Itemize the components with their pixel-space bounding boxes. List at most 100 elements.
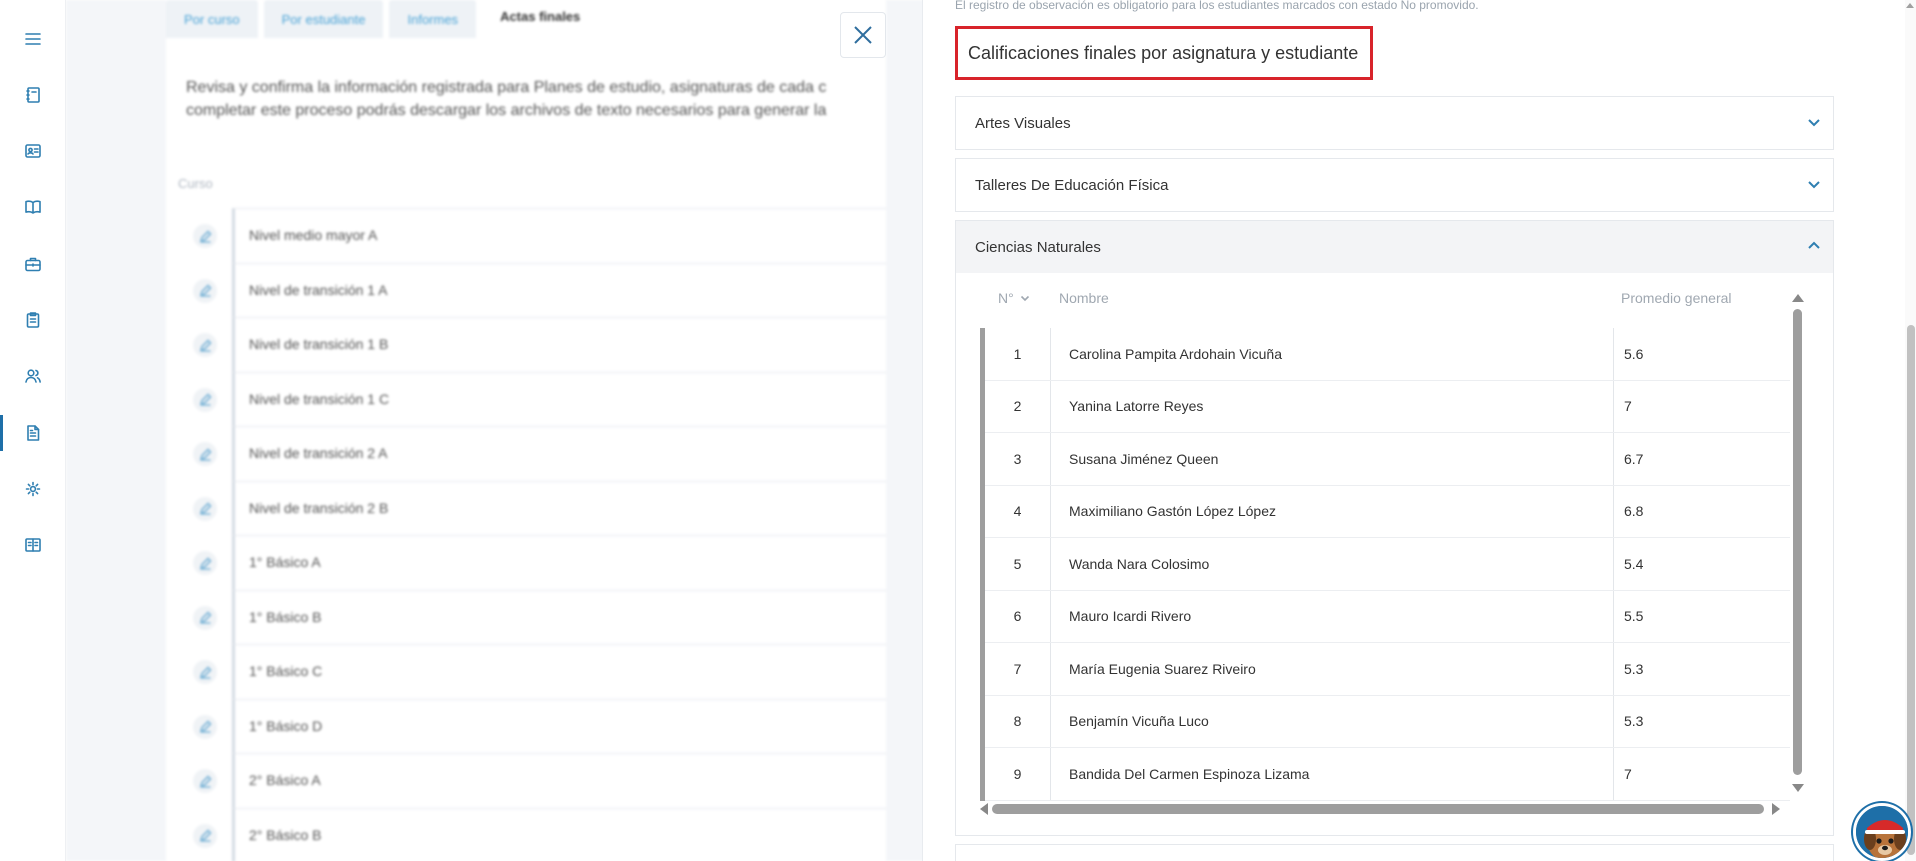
edit-icon[interactable] — [193, 224, 217, 248]
cell-name: Carolina Pampita Ardohain Vicuña — [1051, 328, 1614, 380]
edit-icon[interactable] — [193, 660, 217, 684]
accordion-next[interactable] — [955, 844, 1834, 861]
edit-icon[interactable] — [193, 769, 217, 793]
course-label: 2° Básico B — [249, 826, 322, 843]
table-row[interactable]: 1 Carolina Pampita Ardohain Vicuña 5.6 — [985, 328, 1790, 381]
close-button[interactable] — [840, 12, 886, 58]
background-page: Por curso Por estudiante Informes Actas … — [66, 0, 926, 861]
cell-name: Benjamín Vicuña Luco — [1051, 695, 1614, 747]
page-scroll-up-arrow[interactable] — [1906, 3, 1914, 8]
section-title: Calificaciones finales por asignatura y … — [955, 26, 1373, 80]
cell-average: 7 — [1624, 765, 1632, 782]
document-icon — [27, 425, 40, 441]
menu-button[interactable] — [0, 19, 66, 59]
course-row[interactable]: 1° Básico A — [193, 535, 886, 590]
sidebar-item-clipboard[interactable] — [0, 300, 66, 340]
horizontal-scrollbar-thumb[interactable] — [992, 804, 1764, 814]
accordion-label: Artes Visuales — [975, 114, 1071, 132]
scroll-right-arrow[interactable] — [1772, 803, 1780, 815]
column-header-average[interactable]: Promedio general — [1621, 290, 1732, 306]
course-row[interactable]: 1° Básico C — [193, 644, 886, 699]
cell-number: 7 — [985, 643, 1051, 695]
cell-average: 5.3 — [1624, 660, 1644, 677]
course-row[interactable]: 2° Básico B — [193, 807, 886, 861]
course-row[interactable]: Nivel de transición 1 C — [193, 371, 886, 426]
sort-chevron-icon — [1020, 295, 1029, 302]
scroll-down-arrow[interactable] — [1792, 784, 1804, 792]
course-row[interactable]: 2° Básico A — [193, 753, 886, 808]
accordion-artes-visuales: Artes Visuales — [955, 96, 1834, 150]
accordion-header[interactable]: Artes Visuales — [956, 97, 1833, 149]
sidebar-item-id-card[interactable] — [0, 131, 66, 171]
sidebar-item-notebook[interactable] — [0, 75, 66, 115]
grades-table-body: 1 Carolina Pampita Ardohain Vicuña 5.6 2 Yan… — [980, 328, 1790, 801]
course-row[interactable]: Nivel de transición 2 A — [193, 426, 886, 481]
course-row[interactable]: Nivel de transición 1 A — [193, 262, 886, 317]
sidebar-rail — [0, 0, 66, 861]
edit-icon[interactable] — [193, 442, 217, 466]
edit-icon[interactable] — [193, 496, 217, 521]
course-label: Nivel de transición 2 B — [249, 499, 389, 516]
book-open-icon — [25, 200, 41, 214]
table-row[interactable]: 9 Bandida Del Carmen Espinoza Lizama 7 — [985, 748, 1790, 801]
sidebar-item-reading[interactable] — [0, 525, 66, 565]
sidebar-item-users[interactable] — [0, 356, 66, 396]
sidebar-item-briefcase[interactable] — [0, 244, 66, 284]
table-row[interactable]: 4 Maximiliano Gastón López López 6.8 — [985, 485, 1790, 538]
assistant-avatar[interactable] — [1853, 803, 1911, 861]
course-row[interactable]: Nivel de transición 2 B — [193, 480, 886, 535]
sidebar-item-settings[interactable] — [0, 469, 66, 509]
menu-icon — [25, 33, 41, 45]
table-row[interactable]: 8 Benjamín Vicuña Luco 5.3 — [985, 695, 1790, 748]
column-header-number-label: N° — [998, 290, 1014, 306]
scroll-left-arrow[interactable] — [980, 803, 988, 815]
column-header-number[interactable]: N° — [998, 290, 1030, 306]
table-row[interactable]: 2 Yanina Latorre Reyes 7 — [985, 380, 1790, 433]
cell-average: 5.4 — [1624, 555, 1644, 572]
course-row[interactable]: 1° Básico D — [193, 698, 886, 753]
table-row[interactable]: 3 Susana Jiménez Queen 6.7 — [985, 433, 1790, 486]
course-row[interactable]: Nivel medio mayor A — [193, 208, 886, 263]
edit-icon[interactable] — [193, 714, 217, 739]
edit-icon[interactable] — [193, 823, 217, 848]
vertical-scrollbar-thumb[interactable] — [1793, 309, 1802, 775]
edit-icon[interactable] — [193, 387, 217, 412]
cell-name: Maximiliano Gastón López López — [1051, 485, 1614, 537]
section-title-text: Calificaciones finales por asignatura y … — [968, 42, 1359, 63]
course-label: 1° Básico A — [249, 554, 321, 570]
course-label: Nivel de transición 1 B — [249, 336, 389, 352]
observation-note: El registro de observación es obligatori… — [955, 0, 1479, 12]
course-label: 1° Básico B — [249, 608, 322, 625]
table-row[interactable]: 5 Wanda Nara Colosimo 5.4 — [985, 538, 1790, 591]
cell-name: Wanda Nara Colosimo — [1051, 538, 1614, 590]
column-header-name[interactable]: Nombre — [1059, 290, 1109, 306]
course-label: Nivel de transición 2 A — [249, 445, 388, 461]
gear-icon — [25, 481, 41, 497]
course-row[interactable]: Nivel de transición 1 B — [193, 317, 886, 372]
course-row[interactable]: 1° Básico B — [193, 589, 886, 644]
sidebar-item-book[interactable] — [0, 187, 66, 227]
tab-informes[interactable]: Informes — [389, 0, 477, 38]
background-tabs: Por curso Por estudiante Informes Actas … — [166, 0, 604, 40]
edit-icon[interactable] — [193, 278, 217, 303]
cell-average: 6.8 — [1624, 503, 1644, 520]
edit-icon[interactable] — [193, 333, 217, 357]
id-card-icon — [25, 144, 41, 158]
close-icon — [854, 26, 872, 44]
scroll-up-arrow[interactable] — [1792, 294, 1804, 302]
course-label: Nivel de transición 1 A — [249, 281, 388, 298]
edit-icon[interactable] — [193, 605, 217, 630]
page-scrollbar-thumb[interactable] — [1907, 325, 1915, 855]
sidebar-item-documents[interactable] — [0, 413, 66, 453]
edit-icon[interactable] — [193, 551, 217, 575]
tab-por-curso[interactable]: Por curso — [166, 0, 258, 38]
cell-name: Yanina Latorre Reyes — [1051, 380, 1614, 432]
cell-number: 9 — [985, 748, 1051, 800]
tab-actas-finales[interactable]: Actas finales — [482, 0, 599, 38]
accordion-header[interactable]: Ciencias Naturales — [956, 221, 1833, 273]
table-row[interactable]: 6 Mauro Icardi Rivero 5.5 — [985, 590, 1790, 643]
table-row[interactable]: 7 María Eugenia Suarez Riveiro 5.3 — [985, 643, 1790, 696]
tab-por-estudiante[interactable]: Por estudiante — [263, 0, 384, 38]
cell-name: Mauro Icardi Rivero — [1051, 590, 1614, 642]
accordion-header[interactable]: Talleres De Educación Física — [956, 159, 1833, 211]
